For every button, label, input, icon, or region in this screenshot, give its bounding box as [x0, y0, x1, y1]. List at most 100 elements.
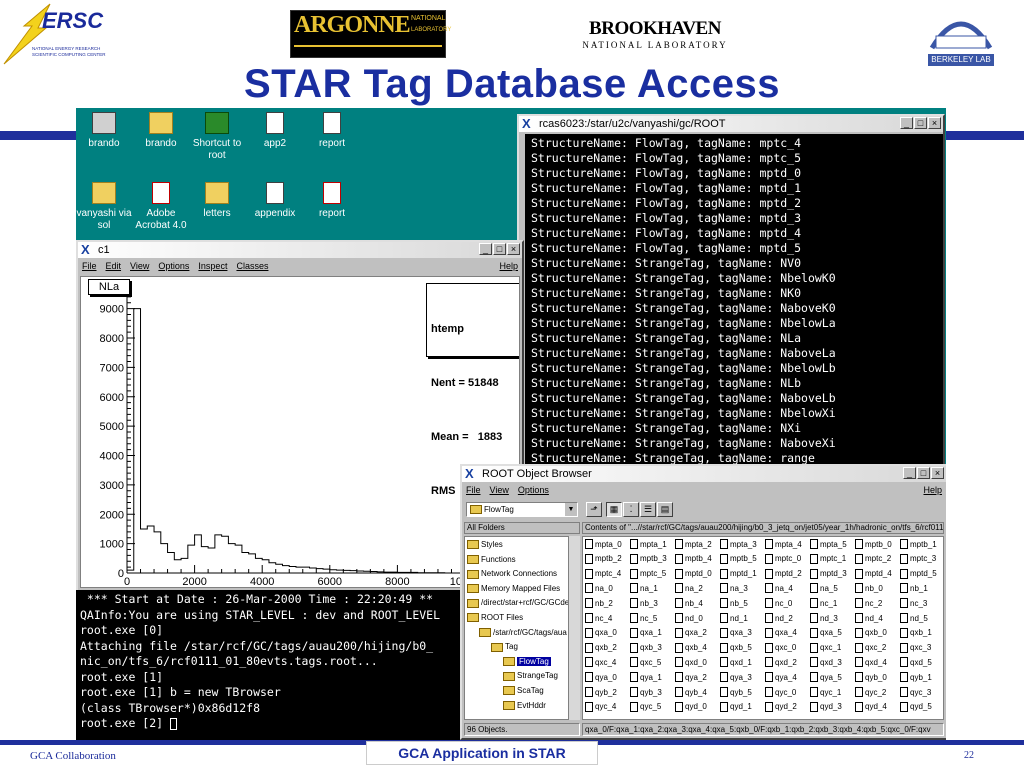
leaf-item[interactable]: nd_4: [855, 613, 883, 623]
leaf-item[interactable]: qyd_3: [810, 701, 842, 712]
leaf-item[interactable]: qyc_2: [855, 687, 886, 697]
leaf-item[interactable]: qxc_3: [900, 642, 931, 653]
leaf-item[interactable]: mptd_4: [855, 568, 892, 579]
leaf-item[interactable]: mptb_3: [630, 553, 667, 564]
leaf-item[interactable]: qxa_5: [810, 627, 842, 638]
leaf-item[interactable]: nc_0: [765, 598, 792, 609]
leaf-item[interactable]: qyb_4: [675, 687, 707, 697]
leaf-item[interactable]: qya_4: [765, 672, 797, 683]
root-object-browser[interactable]: X ROOT Object Browser _ □ × File View Option…: [460, 464, 946, 740]
leaf-item[interactable]: nc_1: [810, 598, 837, 609]
desktop-icon-3[interactable]: app2: [245, 112, 305, 150]
desktop-icon-2[interactable]: Shortcut to root: [187, 112, 247, 162]
leaf-item[interactable]: nd_3: [810, 613, 838, 623]
leaf-item[interactable]: mptb_5: [720, 553, 757, 564]
leaf-item[interactable]: qyc_3: [900, 687, 931, 697]
terminal-window-root[interactable]: X rcas6023:/star/u2c/vanyashi/gc/ROOT _ □…: [517, 114, 945, 474]
tree-item[interactable]: /direct/star+rcf/GC/GCde: [467, 597, 569, 609]
leaf-item[interactable]: mptd_3: [810, 568, 847, 579]
desktop-icon-5[interactable]: vanyashi via sol: [76, 182, 134, 232]
folder-tree[interactable]: Styles Functions Network Connections Memory…: [464, 536, 580, 720]
leaf-item[interactable]: qxb_4: [675, 642, 707, 653]
desktop-icon-0[interactable]: brando: [76, 112, 134, 150]
leaf-item[interactable]: qxc_1: [810, 642, 841, 653]
leaf-item[interactable]: mptc_0: [765, 553, 801, 564]
leaf-item[interactable]: nb_3: [630, 598, 658, 609]
maximize-button[interactable]: □: [914, 117, 927, 129]
leaf-item[interactable]: qya_2: [675, 672, 707, 683]
close-button[interactable]: ×: [931, 467, 944, 479]
leaf-item[interactable]: nb_1: [900, 583, 928, 594]
leaf-item[interactable]: mptb_0: [855, 539, 892, 549]
leaf-item[interactable]: qyb_5: [720, 687, 752, 697]
leaf-item[interactable]: mpta_2: [675, 539, 712, 549]
tree-item[interactable]: Memory Mapped Files: [467, 583, 560, 595]
leaf-item[interactable]: nc_3: [900, 598, 927, 609]
leaf-item[interactable]: nb_0: [855, 583, 883, 594]
desktop-icon-6[interactable]: Adobe Acrobat 4.0: [131, 182, 191, 232]
root-exe-terminal[interactable]: *** Start at Date : 26-Mar-2000 Time : 2…: [76, 590, 466, 740]
maximize-button[interactable]: □: [917, 467, 930, 479]
leaf-item[interactable]: mptc_1: [810, 553, 846, 564]
leaf-item[interactable]: qya_1: [630, 672, 662, 683]
leaf-item[interactable]: qxb_1: [900, 627, 932, 638]
minimize-button[interactable]: _: [903, 467, 916, 479]
desktop-icon-8[interactable]: appendix: [245, 182, 305, 220]
tree-item[interactable]: Styles: [467, 539, 503, 551]
details-view-button[interactable]: ▤: [657, 502, 673, 517]
menu-help[interactable]: Help: [923, 482, 942, 498]
leaf-item[interactable]: nc_5: [630, 613, 657, 623]
leaf-item[interactable]: qxb_2: [585, 642, 617, 653]
leaf-item[interactable]: mptd_2: [765, 568, 802, 579]
leaf-item[interactable]: na_1: [630, 583, 658, 594]
leaf-item[interactable]: na_3: [720, 583, 748, 594]
leaf-item[interactable]: nd_0: [675, 613, 703, 623]
desktop-icon-4[interactable]: report: [302, 112, 362, 150]
leaf-item[interactable]: mptb_4: [675, 553, 712, 564]
leaf-item[interactable]: qxb_3: [630, 642, 662, 653]
leaf-item[interactable]: mpta_1: [630, 539, 667, 549]
leaf-item[interactable]: qxc_2: [855, 642, 886, 653]
menu-file[interactable]: File: [466, 482, 481, 498]
leaf-item[interactable]: na_5: [810, 583, 838, 594]
canvas-window-c1[interactable]: X c1 _ □ × File Edit View Options Inspect Class…: [76, 240, 524, 592]
leaf-item[interactable]: mptd_5: [900, 568, 937, 579]
tree-item[interactable]: FlowTag: [503, 656, 551, 668]
leaf-item[interactable]: qxd_4: [855, 657, 887, 668]
menu-inspect[interactable]: Inspect: [198, 258, 227, 274]
leaf-item[interactable]: qyc_0: [765, 687, 796, 697]
leaf-item[interactable]: qya_0: [585, 672, 617, 683]
desktop-icon-9[interactable]: report: [302, 182, 362, 220]
terminal-title-bar[interactable]: X rcas6023:/star/u2c/vanyashi/gc/ROOT _ □…: [519, 116, 943, 132]
leaf-item[interactable]: qyb_3: [630, 687, 662, 697]
leaf-item[interactable]: qxd_3: [810, 657, 842, 668]
small-icons-button[interactable]: ⁚: [623, 502, 639, 517]
leaf-item[interactable]: mpta_4: [765, 539, 802, 549]
leaf-item[interactable]: qxc_0: [765, 642, 796, 653]
tree-item[interactable]: StrangeTag: [503, 670, 558, 682]
tree-scrollbar[interactable]: [568, 536, 580, 720]
leaf-item[interactable]: qyd_4: [855, 701, 887, 712]
maximize-button[interactable]: □: [493, 243, 506, 255]
close-button[interactable]: ×: [507, 243, 520, 255]
leaf-item[interactable]: qyb_2: [585, 687, 617, 697]
leaf-item[interactable]: qxa_2: [675, 627, 707, 638]
tree-item[interactable]: /star/rcf/GC/tags/aua: [479, 627, 567, 639]
leaf-item[interactable]: qxa_0: [585, 627, 617, 638]
tree-item[interactable]: Functions: [467, 554, 516, 566]
list-view-button[interactable]: ☰: [640, 502, 656, 517]
location-combo[interactable]: FlowTag ▼: [466, 502, 578, 517]
leaf-item[interactable]: mptd_0: [675, 568, 712, 579]
leaf-item[interactable]: qya_5: [810, 672, 842, 683]
leaf-item[interactable]: qyd_0: [675, 701, 707, 712]
leaf-item[interactable]: qxc_5: [630, 657, 661, 668]
close-button[interactable]: ×: [928, 117, 941, 129]
menu-view[interactable]: View: [490, 482, 509, 498]
tree-item[interactable]: ScaTag: [503, 685, 544, 697]
leaf-item[interactable]: na_4: [765, 583, 793, 594]
leaf-item[interactable]: na_2: [675, 583, 703, 594]
leaf-item[interactable]: qxa_1: [630, 627, 662, 638]
leaf-item[interactable]: mpta_0: [585, 539, 622, 549]
leaf-item[interactable]: qyd_5: [900, 701, 932, 712]
minimize-button[interactable]: _: [900, 117, 913, 129]
